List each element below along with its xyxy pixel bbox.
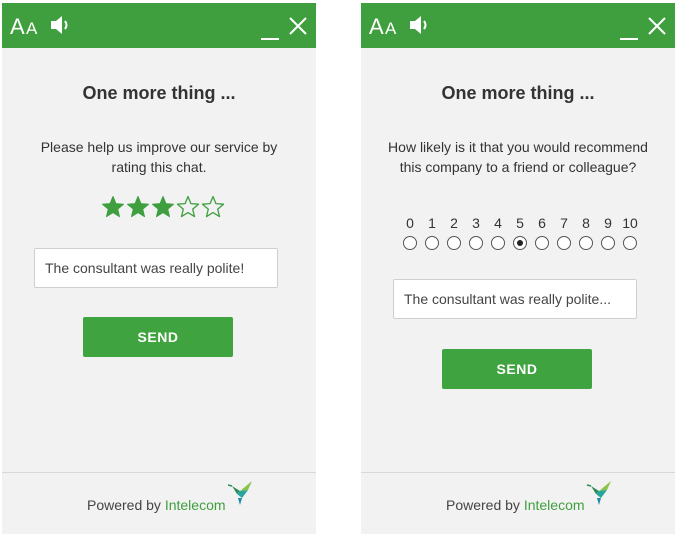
radio-button-selected[interactable] <box>513 236 527 250</box>
nps-option-10[interactable]: 10 <box>620 215 640 255</box>
nps-label: 3 <box>472 215 480 231</box>
nps-option-2[interactable]: 2 <box>444 215 464 255</box>
powered-by-label: Powered by <box>87 497 161 513</box>
powered-by-text: Powered by Intelecom <box>446 497 585 513</box>
brand-name[interactable]: Intelecom <box>524 497 585 513</box>
nps-option-1[interactable]: 1 <box>422 215 442 255</box>
radio-button[interactable] <box>557 236 571 250</box>
speaker-icon[interactable] <box>408 13 434 37</box>
comment-input[interactable] <box>393 279 637 319</box>
star-1-icon[interactable] <box>101 195 125 219</box>
nps-label: 0 <box>406 215 414 231</box>
star-4-icon[interactable] <box>176 195 200 219</box>
radio-button[interactable] <box>579 236 593 250</box>
radio-button[interactable] <box>601 236 615 250</box>
widget-header: A A <box>361 3 675 48</box>
star-rating <box>101 195 231 219</box>
svg-text:A: A <box>385 19 397 38</box>
svg-text:A: A <box>369 14 384 38</box>
survey-title: One more thing ... <box>82 83 236 103</box>
nps-scale: 0 1 2 3 4 5 6 7 8 9 10 <box>400 215 640 255</box>
nps-label: 4 <box>494 215 502 231</box>
star-5-icon[interactable] <box>201 195 225 219</box>
survey-question: Please help us improve our service by ra… <box>40 139 278 175</box>
close-icon[interactable] <box>288 16 308 36</box>
powered-by-label: Powered by <box>446 497 520 513</box>
radio-button[interactable] <box>623 236 637 250</box>
speaker-icon[interactable] <box>49 13 75 37</box>
radio-button[interactable] <box>447 236 461 250</box>
radio-button[interactable] <box>425 236 439 250</box>
nps-label: 5 <box>516 215 524 231</box>
send-button[interactable]: SEND <box>83 317 233 357</box>
nps-option-8[interactable]: 8 <box>576 215 596 255</box>
comment-input[interactable] <box>34 248 278 288</box>
nps-option-0[interactable]: 0 <box>400 215 420 255</box>
nps-label: 10 <box>622 215 638 231</box>
svg-text:A: A <box>10 14 25 38</box>
font-size-icon[interactable]: A A <box>10 12 46 39</box>
radio-button[interactable] <box>491 236 505 250</box>
powered-by-text: Powered by Intelecom <box>87 497 226 513</box>
widget-footer: Powered by Intelecom <box>2 473 316 534</box>
nps-chat-widget: A A One more thing ... How likely is it … <box>361 3 675 534</box>
send-button[interactable]: SEND <box>442 349 592 389</box>
nps-label: 6 <box>538 215 546 231</box>
nps-option-6[interactable]: 6 <box>532 215 552 255</box>
hummingbird-logo-icon <box>226 478 256 506</box>
nps-label: 8 <box>582 215 590 231</box>
radio-button[interactable] <box>403 236 417 250</box>
survey-title: One more thing ... <box>441 83 595 103</box>
nps-option-9[interactable]: 9 <box>598 215 618 255</box>
minimize-icon[interactable] <box>260 29 280 40</box>
survey-question: How likely is it that you would recommen… <box>388 139 648 175</box>
widget-header: A A <box>2 3 316 48</box>
star-3-icon[interactable] <box>151 195 175 219</box>
star-2-icon[interactable] <box>126 195 150 219</box>
nps-label: 1 <box>428 215 436 231</box>
font-size-icon[interactable]: A A <box>369 12 405 39</box>
nps-label: 9 <box>604 215 612 231</box>
nps-option-5[interactable]: 5 <box>510 215 530 255</box>
brand-name[interactable]: Intelecom <box>165 497 226 513</box>
radio-button[interactable] <box>469 236 483 250</box>
nps-option-7[interactable]: 7 <box>554 215 574 255</box>
nps-option-3[interactable]: 3 <box>466 215 486 255</box>
hummingbird-logo-icon <box>585 478 615 506</box>
nps-option-4[interactable]: 4 <box>488 215 508 255</box>
close-icon[interactable] <box>647 16 667 36</box>
rating-chat-widget: A A One more thing ... Please help us im… <box>2 3 316 534</box>
widget-footer: Powered by Intelecom <box>361 473 675 534</box>
nps-label: 2 <box>450 215 458 231</box>
radio-button[interactable] <box>535 236 549 250</box>
nps-label: 7 <box>560 215 568 231</box>
svg-text:A: A <box>26 19 38 38</box>
radio-selected-dot <box>517 240 523 246</box>
minimize-icon[interactable] <box>619 29 639 40</box>
